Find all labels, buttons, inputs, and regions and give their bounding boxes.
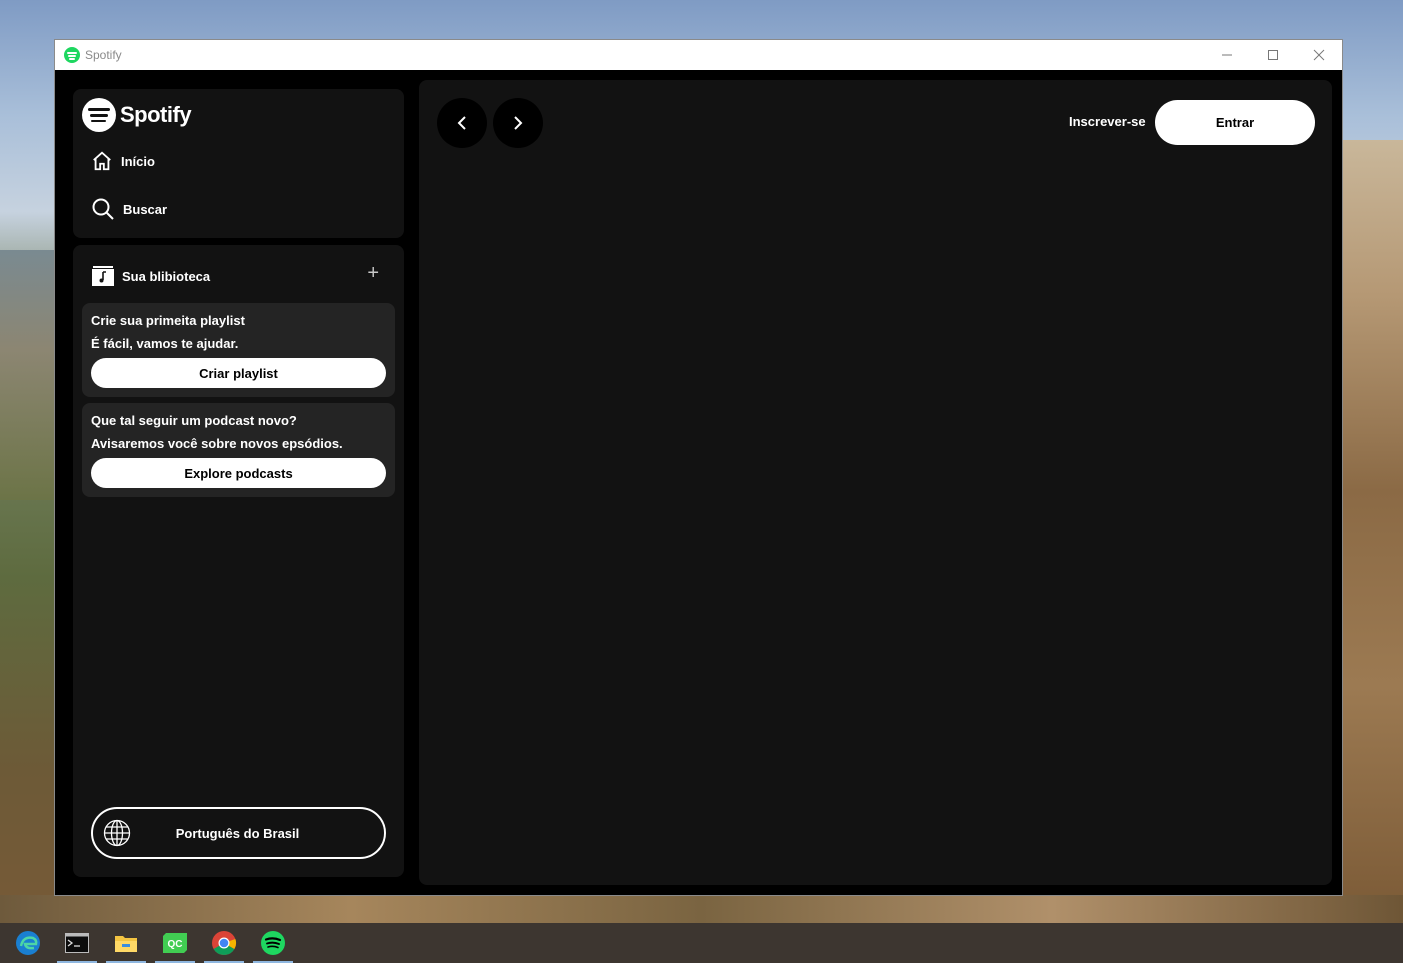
library-icon	[92, 266, 114, 286]
taskbar-terminal[interactable]	[57, 923, 97, 963]
taskbar-edge[interactable]	[8, 923, 48, 963]
nav-item-home-label: Início	[121, 153, 155, 169]
desktop-background	[0, 250, 60, 500]
card-title: Que tal seguir um podcast novo?	[91, 413, 297, 428]
nav-item-search-label: Buscar	[123, 201, 168, 217]
create-playlist-button[interactable]: Criar playlist	[91, 358, 386, 388]
search-icon	[92, 198, 114, 220]
maximize-icon	[1268, 50, 1278, 60]
home-icon	[93, 151, 111, 171]
taskbar-qt-creator[interactable]: QC	[155, 923, 195, 963]
card-subtitle: Avisaremos você sobre novos epsódios.	[91, 436, 343, 451]
signup-link[interactable]: Inscrever-se	[1069, 114, 1146, 129]
brand-name: Spotify	[120, 102, 192, 127]
desktop-background	[1340, 140, 1403, 920]
qt-creator-icon: QC	[163, 933, 187, 953]
back-button[interactable]	[437, 98, 487, 148]
terminal-icon	[65, 933, 89, 953]
podcast-card: Que tal seguir um podcast novo? Avisarem…	[82, 403, 395, 497]
spotify-logo-icon	[82, 98, 116, 132]
spotify-icon	[64, 47, 80, 63]
card-subtitle: É fácil, vamos te ajudar.	[91, 336, 239, 351]
minimize-icon	[1222, 54, 1232, 56]
main-content: Inscrever-se Entrar	[419, 80, 1332, 885]
minimize-button[interactable]	[1204, 40, 1250, 70]
library-panel: Sua blibioteca + Crie sua primeita playl…	[73, 245, 404, 877]
spotify-logo[interactable]: Spotify	[82, 98, 192, 132]
close-icon	[1313, 49, 1325, 61]
library-header[interactable]: Sua blibioteca	[91, 265, 210, 287]
login-button[interactable]: Entrar	[1155, 100, 1315, 145]
nav-panel: Spotify Início Buscar	[73, 89, 404, 238]
nav-item-search[interactable]: Buscar	[91, 197, 167, 221]
spotify-icon	[261, 931, 285, 955]
chevron-right-icon	[514, 116, 523, 130]
chrome-icon	[212, 931, 237, 955]
language-button[interactable]: Português do Brasil	[91, 807, 386, 859]
title-bar[interactable]: Spotify	[55, 40, 1342, 70]
chevron-left-icon	[457, 116, 466, 130]
add-icon[interactable]: +	[367, 263, 379, 283]
library-title: Sua blibioteca	[122, 268, 211, 284]
create-playlist-card: Crie sua primeita playlist É fácil, vamo…	[82, 303, 395, 397]
taskbar: QC	[0, 923, 1403, 963]
taskbar-chrome[interactable]	[204, 923, 244, 963]
svg-text:QC: QC	[168, 939, 183, 950]
card-title: Crie sua primeita playlist	[91, 313, 245, 328]
maximize-button[interactable]	[1250, 40, 1296, 70]
spotify-window: Spotify Spotify Início Buscar Sua blibio…	[55, 40, 1342, 895]
desktop-background	[0, 895, 1403, 925]
close-button[interactable]	[1296, 40, 1342, 70]
language-label: Português do Brasil	[175, 825, 300, 841]
forward-button[interactable]	[493, 98, 543, 148]
taskbar-spotify[interactable]	[253, 923, 293, 963]
nav-item-home[interactable]: Início	[91, 150, 155, 172]
taskbar-file-explorer[interactable]	[106, 923, 146, 963]
explore-podcasts-button[interactable]: Explore podcasts	[91, 458, 386, 488]
edge-icon	[16, 931, 40, 955]
file-explorer-icon	[115, 936, 137, 952]
globe-icon	[103, 819, 131, 847]
window-title: Spotify	[85, 48, 122, 62]
